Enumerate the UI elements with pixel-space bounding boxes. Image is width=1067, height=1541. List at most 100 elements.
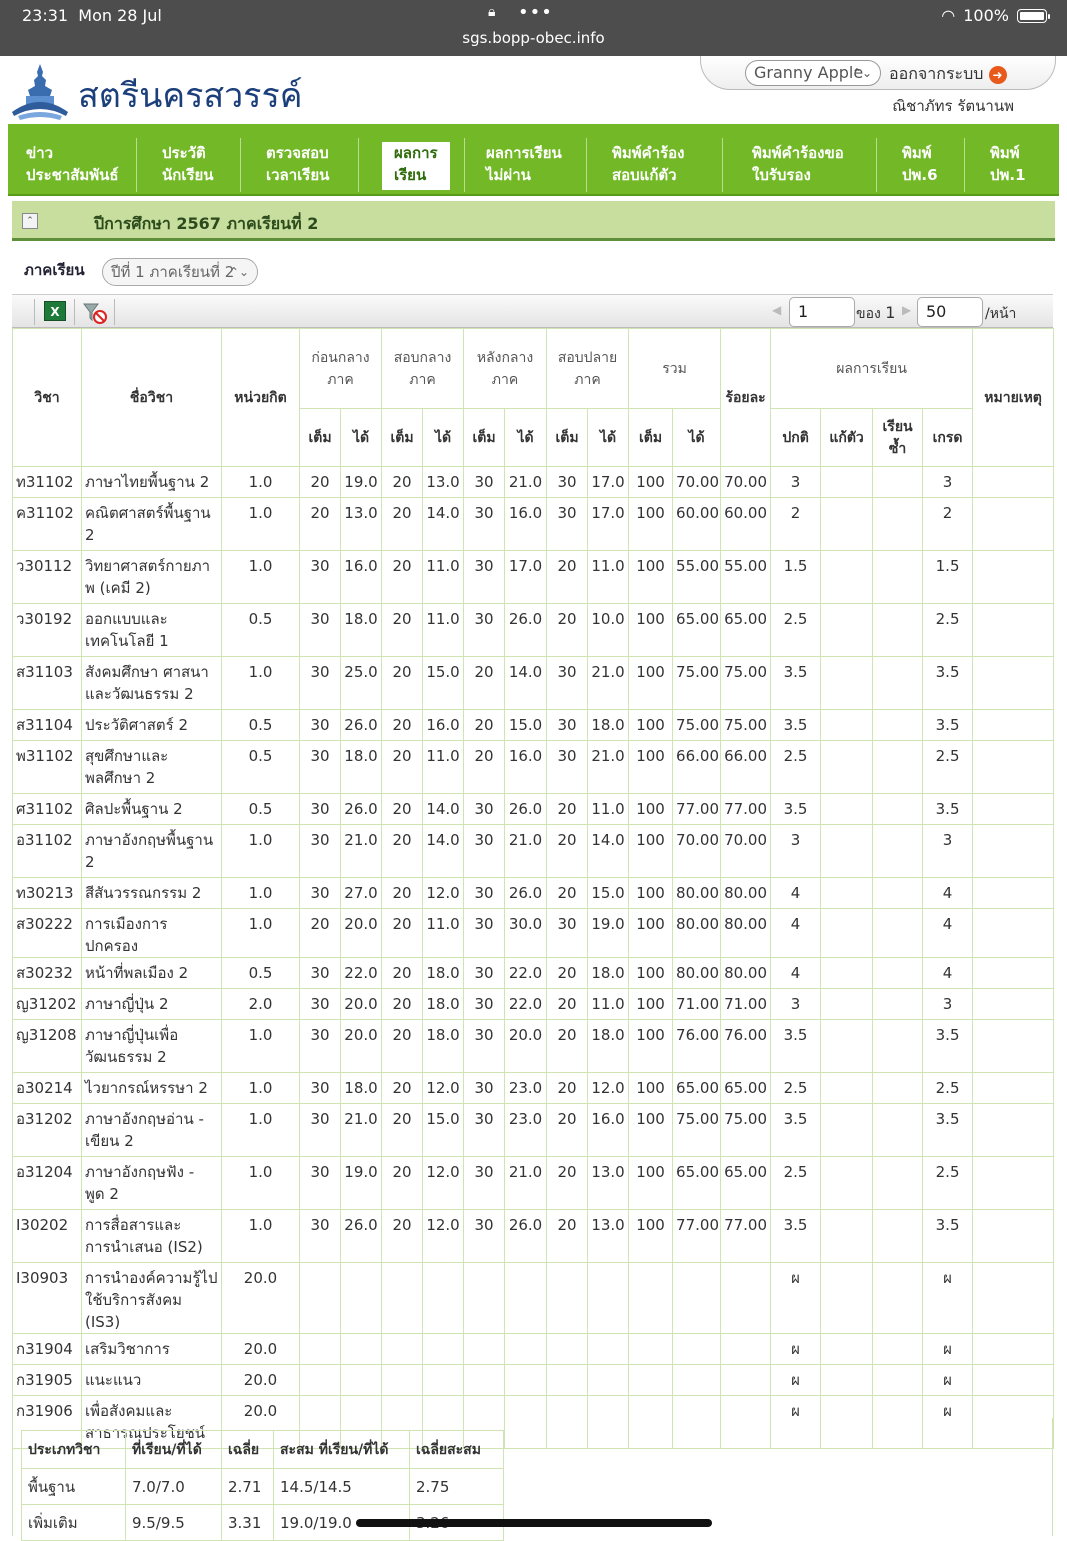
cell-repeat xyxy=(872,1072,924,1104)
cell-retake xyxy=(820,709,874,741)
col-mid: สอบกลางภาค xyxy=(381,328,465,409)
cell-remark xyxy=(972,957,1055,989)
cell-percent xyxy=(720,1364,772,1396)
cell-retake xyxy=(820,908,874,958)
cell-full: 30 xyxy=(299,957,341,989)
more-dots-icon[interactable]: ••• xyxy=(518,2,553,23)
cell-score xyxy=(504,1333,548,1365)
cell-full: 30 xyxy=(463,497,506,551)
cell-code: อ31202 xyxy=(12,1103,82,1157)
cell-repeat xyxy=(872,1333,924,1365)
nav-print-por-por-1[interactable]: พิมพ์ ปพ.1 xyxy=(990,142,1026,190)
cell-score: 14.0 xyxy=(422,824,465,878)
cell-score: 13.0 xyxy=(422,466,465,498)
cell-total: 65.00 xyxy=(672,1156,722,1210)
cell-full: 30 xyxy=(546,709,589,741)
cell-percent: 80.00 xyxy=(720,957,772,989)
cell-full: 30 xyxy=(463,1019,506,1073)
cell-score: 19.0 xyxy=(587,908,630,958)
cell-score xyxy=(339,1262,383,1334)
cell-score: 17.0 xyxy=(587,497,630,551)
cell-full: 20 xyxy=(381,908,424,958)
cell-normal: 3.5 xyxy=(770,793,822,825)
cell-remark xyxy=(972,1019,1055,1073)
cell-name: ศิลปะพื้นฐาน 2 xyxy=(81,793,222,825)
cell-full: 30 xyxy=(299,1103,341,1157)
cell-full: 20 xyxy=(546,1019,589,1073)
pager-of-label: ของ 1 xyxy=(856,303,896,322)
user-select[interactable]: Granny Apple ⌃⌄ xyxy=(745,60,881,86)
cell-total: 70.00 xyxy=(672,466,722,498)
cell-score: 26.0 xyxy=(504,603,548,657)
cell-score: 22.0 xyxy=(504,957,548,989)
cell-score: 15.0 xyxy=(422,1103,465,1157)
collapse-icon[interactable]: ⌃ xyxy=(22,213,38,229)
cell-score: 15.0 xyxy=(504,709,548,741)
cell-normal: 2.5 xyxy=(770,740,822,794)
cell-code: I30202 xyxy=(12,1209,82,1263)
excel-export-icon[interactable]: X xyxy=(44,301,66,321)
nav-print-por-por-6[interactable]: พิมพ์ ปพ.6 xyxy=(902,142,938,190)
nav-print-certificate-request[interactable]: พิมพ์คำร้องขอ ใบรับรอง xyxy=(752,142,844,190)
nav-student-history[interactable]: ประวัติ นักเรียน xyxy=(162,142,214,190)
cell-score xyxy=(422,1262,465,1334)
nav-print-retake-request[interactable]: พิมพ์คำร้อง สอบแก้ตัว xyxy=(612,142,685,190)
cell-score: 19.0 xyxy=(339,466,383,498)
cell-score: 16.0 xyxy=(339,550,383,604)
cell-full xyxy=(381,1262,424,1334)
cell-full: 30 xyxy=(463,793,506,825)
cell-name: แนะแนว xyxy=(81,1364,222,1396)
summary-row: พื้นฐาน 7.0/7.0 2.71 14.5/14.5 2.75 xyxy=(21,1468,504,1505)
cell-score xyxy=(422,1333,465,1365)
cell-full xyxy=(463,1333,506,1365)
nav-attendance[interactable]: ตรวจสอบ เวลาเรียน xyxy=(266,142,329,190)
pager-per-page-label: /หน้า xyxy=(985,306,1017,322)
cell-score: 20.0 xyxy=(339,1019,383,1073)
home-indicator[interactable] xyxy=(356,1519,712,1527)
semester-select[interactable]: ปีที่ 1 ภาคเรียนที่ 2 ⌃⌄ xyxy=(102,258,258,286)
page-number-input[interactable]: 1 xyxy=(789,297,855,327)
cell-full xyxy=(546,1364,589,1396)
cell-score: 21.0 xyxy=(339,824,383,878)
cell-remark xyxy=(972,1209,1055,1263)
col-total: รวม xyxy=(628,328,722,409)
cell-full: 30 xyxy=(546,908,589,958)
cell-total-full: 100 xyxy=(628,1209,674,1263)
nav-grades[interactable]: ผลการ เรียน xyxy=(382,142,450,190)
cell-code: อ31102 xyxy=(12,824,82,878)
cell-score: 18.0 xyxy=(339,1072,383,1104)
cell-retake xyxy=(820,656,874,710)
cell-remark xyxy=(972,466,1055,498)
chevron-updown-icon: ⌃⌄ xyxy=(851,66,872,80)
pager-prev-icon[interactable]: ◀ xyxy=(772,303,781,317)
cell-full xyxy=(299,1262,341,1334)
pager-next-icon[interactable]: ▶ xyxy=(902,303,911,317)
cell-score: 23.0 xyxy=(504,1072,548,1104)
cell-full: 20 xyxy=(381,877,424,909)
logout-arrow-icon: ➜ xyxy=(988,65,1007,84)
col-code: วิชา xyxy=(12,328,82,467)
cell-percent xyxy=(720,1262,772,1334)
cell-percent: 66.00 xyxy=(720,740,772,794)
logout-button[interactable]: ออกจากระบบ ➜ xyxy=(889,62,1007,87)
cell-credit: 1.0 xyxy=(221,1019,300,1073)
summary-cell: 7.0/7.0 xyxy=(125,1468,222,1505)
cell-code: ส30232 xyxy=(12,957,82,989)
nav-failed-grades[interactable]: ผลการเรียน ไม่ผ่าน xyxy=(486,142,562,190)
clear-filter-icon[interactable] xyxy=(82,301,108,325)
cell-percent: 80.00 xyxy=(720,908,772,958)
cell-score: 15.0 xyxy=(587,877,630,909)
cell-score: 21.0 xyxy=(504,824,548,878)
address-bar-url[interactable]: sgs.bopp-obec.info xyxy=(0,29,1067,47)
cell-credit: 1.0 xyxy=(221,908,300,958)
cell-grade: 2 xyxy=(922,497,974,551)
nav-news[interactable]: ข่าว ประชาสัมพันธ์ xyxy=(26,142,119,190)
cell-full: 30 xyxy=(299,709,341,741)
cell-score: 17.0 xyxy=(504,550,548,604)
cell-full: 30 xyxy=(299,740,341,794)
cell-score: 25.0 xyxy=(339,656,383,710)
page-size-input[interactable]: 50 xyxy=(917,297,983,327)
cell-name: ภาษาอังกฤษพื้นฐาน 2 xyxy=(81,824,222,878)
cell-full: 20 xyxy=(381,603,424,657)
cell-code: ก31905 xyxy=(12,1364,82,1396)
